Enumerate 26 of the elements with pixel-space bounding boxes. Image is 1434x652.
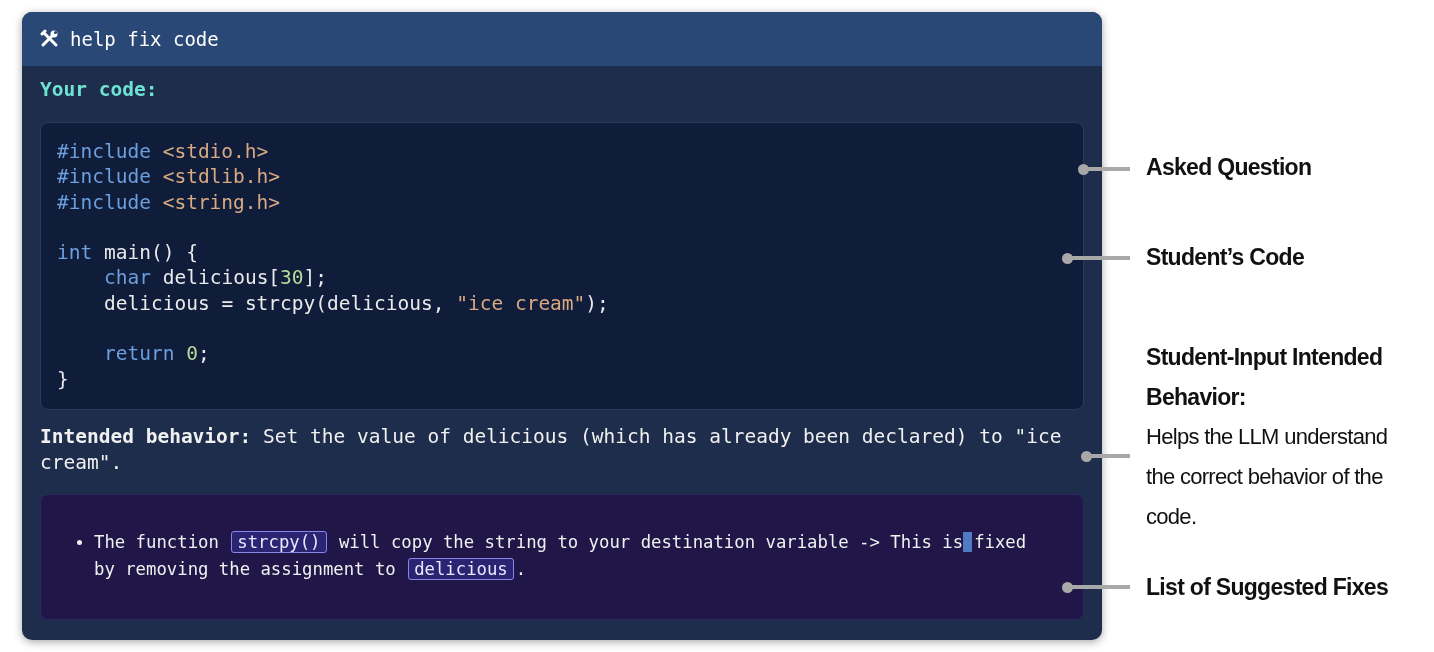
fix-text: The function strcpy() will copy the string to your destination variable -> This is fixed by removing the assignment to delicious .: [94, 530, 1028, 582]
text-cursor: [963, 532, 973, 552]
code-line: char delicious[30];: [103, 265, 328, 291]
annotation-title: Student’s Code: [1146, 243, 1306, 272]
annotation-title: List of Suggested Fixes: [1146, 573, 1390, 602]
tools-icon: [40, 29, 60, 49]
annotation-title: Student-Input Intended Behavior:: [1146, 343, 1384, 412]
intended-behavior-text: Intended behavior: Set the value of delicious (which has already been declared) to "ice cream".: [40, 424, 1063, 476]
code-line: #include <stdio.h>: [57, 139, 269, 165]
code-chip: strcpy(): [231, 531, 327, 553]
code-chip: delicious: [408, 558, 514, 580]
code-line: int main() {: [57, 240, 198, 266]
leader-line: [1062, 252, 1130, 264]
code-line: }: [57, 366, 69, 392]
bullet-icon: [77, 540, 82, 545]
annotation-title: Asked Question: [1146, 153, 1313, 182]
leader-line: [1081, 450, 1130, 462]
annotation-text: Helps the LLM understand the correct behavior of the code.: [1146, 423, 1389, 531]
leader-line: [1062, 581, 1130, 593]
leader-line: [1078, 163, 1130, 175]
panel-title: help fix code: [70, 28, 219, 50]
code-line: #include <string.h>: [57, 189, 281, 215]
code-line: delicious = strcpy(delicious, "ice cream");: [103, 290, 609, 317]
code-line: return 0;: [103, 341, 210, 367]
code-line: #include <stdlib.h>: [57, 164, 281, 190]
code-heading: Your code:: [40, 78, 159, 103]
